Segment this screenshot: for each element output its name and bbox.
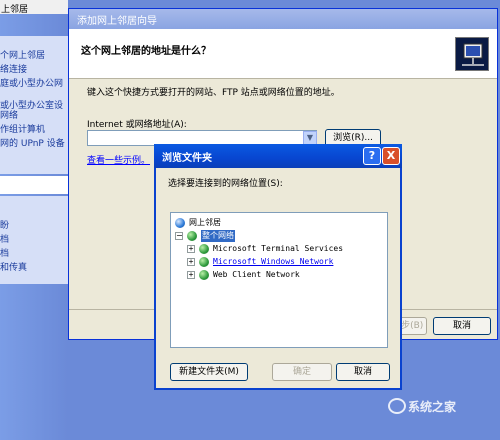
expand-toggle[interactable]: +: [187, 245, 195, 253]
expand-toggle[interactable]: +: [187, 258, 195, 266]
ok-button[interactable]: 确定: [272, 363, 332, 381]
watermark-logo: [388, 398, 406, 414]
other-place-item[interactable]: 盼: [0, 218, 68, 231]
close-icon[interactable]: X: [382, 147, 400, 165]
task-upnp-devices[interactable]: 网的 UPnP 设备: [0, 136, 68, 149]
address-dropdown-button[interactable]: ▼: [303, 131, 317, 145]
wizard-cancel-button[interactable]: 取消: [433, 317, 491, 335]
tree-item-terminal-services[interactable]: + Microsoft Terminal Services: [187, 243, 383, 255]
help-icon[interactable]: ?: [363, 147, 381, 165]
watermark-text: 系统之家: [408, 400, 457, 414]
other-place-item[interactable]: 档: [0, 232, 68, 245]
address-label: Internet 或网络地址(A):: [87, 120, 187, 130]
wizard-header: 这个网上邻居的地址是什么？: [69, 29, 497, 79]
entire-network-icon: [187, 231, 197, 241]
tree-item-entire-network[interactable]: − 整个网络: [175, 230, 255, 242]
task-network-connections[interactable]: 络连接: [0, 62, 68, 75]
network-folder-tree[interactable]: 网上邻居 − 整个网络 + Microsoft Terminal Service…: [170, 212, 388, 348]
wizard-heading: 这个网上邻居的地址是什么？: [81, 46, 211, 57]
globe-icon: [199, 244, 209, 254]
browse-folder-dialog: 浏览文件夹 ? X 选择要连接到的网络位置(S): 网上邻居 − 整个网络 + …: [154, 144, 402, 390]
other-place-printers-fax[interactable]: 和传真: [0, 260, 68, 273]
tree-item-web-client[interactable]: + Web Client Network: [187, 269, 383, 281]
globe-icon: [199, 257, 209, 267]
new-folder-button[interactable]: 新建文件夹(M): [170, 363, 248, 381]
view-examples-link[interactable]: 查看一些示例。: [87, 153, 150, 166]
browse-prompt: 选择要连接到的网络位置(S):: [168, 179, 283, 189]
left-pane-title: 上邻居: [0, 0, 68, 15]
other-place-item[interactable]: 档: [0, 246, 68, 259]
collapse-toggle[interactable]: −: [175, 232, 183, 240]
task-setup-network[interactable]: 网络: [0, 108, 68, 121]
task-view-network-places[interactable]: 个网上邻居: [0, 48, 68, 61]
chevron-down-icon: ▼: [306, 133, 314, 142]
network-wizard-icon: [455, 37, 489, 71]
network-places-icon: [175, 218, 185, 228]
browse-cancel-button[interactable]: 取消: [336, 363, 390, 381]
wizard-title[interactable]: 添加网上邻居向导: [69, 9, 497, 29]
left-pane-section-header: [0, 176, 68, 194]
network-tasks-panel: 个网上邻居 络连接 庭或小型办公网 或小型办公室设 网络 作组计算机 网的 UP…: [0, 36, 68, 174]
tree-item-windows-network[interactable]: + Microsoft Windows Network: [187, 256, 383, 268]
expand-toggle[interactable]: +: [187, 271, 195, 279]
explorer-left-pane: 上邻居 个网上邻居 络连接 庭或小型办公网 或小型办公室设 网络 作组计算机 网…: [0, 0, 68, 440]
globe-icon: [199, 270, 209, 280]
task-home-office-network[interactable]: 庭或小型办公网: [0, 76, 68, 89]
task-workgroup-computers[interactable]: 作组计算机: [0, 122, 68, 135]
other-places-panel: 盼 档 档 和传真: [0, 196, 68, 284]
wizard-description: 键入这个快捷方式要打开的网站、FTP 站点或网络位置的地址。: [87, 88, 340, 98]
